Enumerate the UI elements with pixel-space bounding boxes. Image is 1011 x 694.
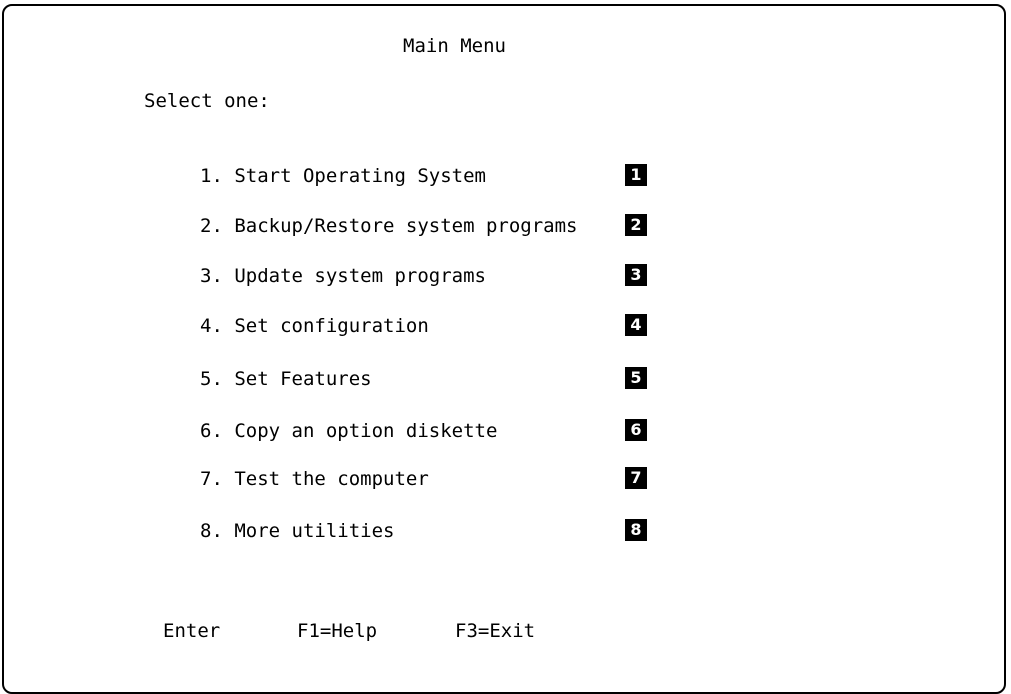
menu-item-test-computer[interactable]: 7. Test the computer 7 [200, 467, 670, 494]
menu-item-set-features[interactable]: 5. Set Features 5 [200, 367, 670, 394]
callout-marker: 5 [625, 367, 647, 389]
menu-item-label: 7. Test the computer [200, 468, 429, 490]
menu-item-more-utilities[interactable]: 8. More utilities 8 [200, 519, 670, 546]
callout-marker: 3 [625, 264, 647, 286]
f1-help-key[interactable]: F1=Help [297, 620, 377, 642]
callout-marker: 8 [625, 519, 647, 541]
callout-marker: 7 [625, 467, 647, 489]
main-menu-screen: Main Menu Select one: 1. Start Operating… [0, 0, 1011, 694]
menu-item-copy-option-diskette[interactable]: 6. Copy an option diskette 6 [200, 419, 670, 446]
callout-marker: 1 [625, 164, 647, 186]
menu-item-label: 1. Start Operating System [200, 165, 486, 187]
enter-key-hint[interactable]: Enter [163, 620, 220, 642]
callout-marker: 6 [625, 419, 647, 441]
menu-item-label: 2. Backup/Restore system programs [200, 215, 578, 237]
menu-item-label: 3. Update system programs [200, 265, 486, 287]
menu-item-label: 5. Set Features [200, 368, 372, 390]
menu-item-label: 6. Copy an option diskette [200, 420, 498, 442]
callout-marker: 4 [625, 314, 647, 336]
menu-item-update-system-programs[interactable]: 3. Update system programs 3 [200, 264, 670, 291]
menu-item-label: 8. More utilities [200, 520, 395, 542]
f3-exit-key[interactable]: F3=Exit [455, 620, 535, 642]
menu-item-backup-restore[interactable]: 2. Backup/Restore system programs 2 [200, 214, 670, 241]
select-prompt: Select one: [144, 90, 270, 112]
menu-item-label: 4. Set configuration [200, 315, 429, 337]
menu-item-start-operating-system[interactable]: 1. Start Operating System 1 [200, 164, 670, 191]
callout-marker: 2 [625, 214, 647, 236]
menu-item-set-configuration[interactable]: 4. Set configuration 4 [200, 314, 670, 341]
screen-title: Main Menu [403, 35, 506, 57]
